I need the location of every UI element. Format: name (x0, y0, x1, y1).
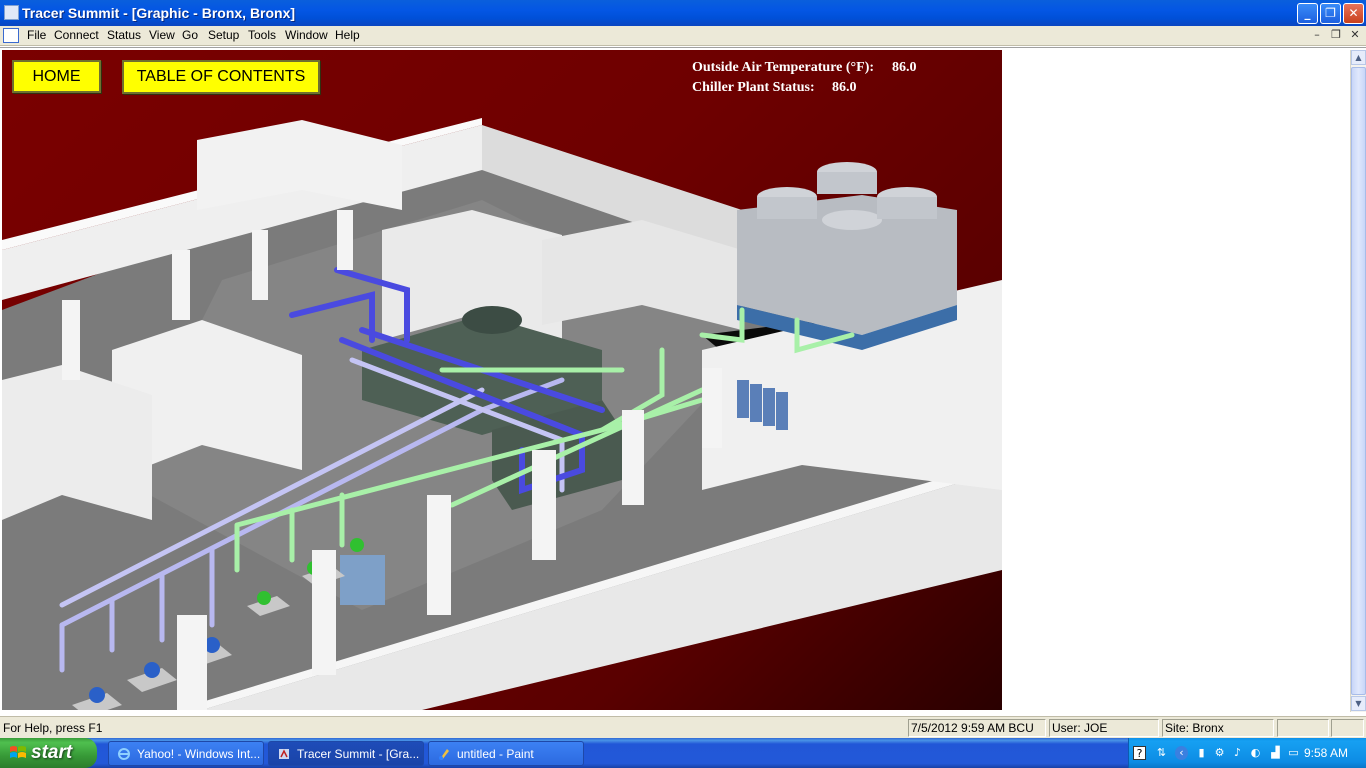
mdi-minimize-button[interactable]: – (1310, 28, 1324, 42)
display-icon[interactable]: ▭ (1287, 746, 1300, 760)
safely-remove-hardware-icon[interactable]: ⚙ (1213, 746, 1226, 760)
status-datetime: 7/5/2012 9:59 AM BCU (908, 719, 1046, 737)
status-pane-empty-1 (1277, 719, 1329, 737)
menu-tools[interactable]: Tools (248, 28, 276, 42)
security-icon[interactable]: ▮ (1195, 746, 1208, 760)
taskbar-item-paint[interactable]: untitled - Paint (428, 741, 584, 766)
mdi-close-button[interactable]: ✕ (1348, 28, 1362, 42)
status-bar: For Help, press F1 7/5/2012 9:59 AM BCU … (0, 716, 1366, 738)
restore-button[interactable]: ❐ (1320, 3, 1341, 24)
table-of-contents-button[interactable]: TABLE OF CONTENTS (122, 60, 320, 94)
chiller-plant-graphic: HOME TABLE OF CONTENTS Outside Air Tempe… (2, 50, 1002, 710)
vertical-scrollbar[interactable]: ▲ ▼ (1350, 50, 1366, 712)
cooling-towers (737, 162, 957, 350)
tracer-summit-icon (279, 749, 289, 759)
menu-view[interactable]: View (149, 28, 175, 42)
outside-air-temp-value[interactable]: 86.0 (892, 60, 917, 76)
document-icon[interactable] (3, 28, 19, 43)
menu-file[interactable]: File (27, 28, 46, 42)
mdi-client-area: HOME TABLE OF CONTENTS Outside Air Tempe… (0, 47, 1366, 713)
taskbar-item-label: Yahoo! - Windows Int... (137, 747, 261, 761)
title-bar: Tracer Summit - [Graphic - Bronx, Bronx]… (0, 0, 1366, 26)
tracer-summit-app-icon[interactable] (4, 5, 19, 20)
speaker-icon[interactable]: ♪ (1231, 746, 1244, 760)
windows-flag-icon (10, 746, 26, 758)
scroll-thumb[interactable] (1351, 67, 1366, 695)
taskbar-item-tracer-summit[interactable]: Tracer Summit - [Gra... (268, 741, 424, 766)
paint-icon (439, 749, 449, 760)
help-icon[interactable]: ? (1133, 746, 1146, 760)
menu-window[interactable]: Window (285, 28, 328, 42)
close-button[interactable]: ✕ (1343, 3, 1364, 24)
menu-status[interactable]: Status (107, 28, 141, 42)
start-label: start (31, 742, 73, 763)
plant-3d-rendering (2, 118, 1002, 710)
taskbar-item-label: Tracer Summit - [Gra... (297, 747, 420, 761)
menu-go[interactable]: Go (182, 28, 198, 42)
scroll-up-icon[interactable]: ▲ (1351, 50, 1366, 65)
chiller-plant-status-label: Chiller Plant Status: (692, 80, 815, 95)
menu-setup[interactable]: Setup (208, 28, 239, 42)
minimize-button[interactable]: _ (1297, 3, 1318, 24)
home-button[interactable]: HOME (12, 60, 101, 93)
antivirus-icon[interactable]: ◐ (1249, 746, 1262, 760)
scroll-down-icon[interactable]: ▼ (1351, 696, 1366, 711)
network-arrows-icon[interactable]: ⇅ (1155, 746, 1168, 760)
system-tray: ? ⇅ ‹ ▮ ⚙ ♪ ◐ ▟ ▭ 9:58 AM (1128, 738, 1366, 768)
status-site: Site: Bronx (1162, 719, 1274, 737)
taskbar-clock[interactable]: 9:58 AM (1304, 746, 1348, 760)
back-arrow-icon[interactable]: ‹ (1175, 746, 1188, 760)
chiller-plant-status-value[interactable]: 86.0 (832, 80, 857, 96)
internet-explorer-icon (118, 748, 130, 760)
taskbar-item-yahoo[interactable]: Yahoo! - Windows Int... (108, 741, 264, 766)
status-help-text: For Help, press F1 (3, 721, 103, 735)
taskbar: start Yahoo! - Windows Int... Tracer Sum… (0, 738, 1366, 768)
mdi-restore-button[interactable]: ❐ (1329, 28, 1343, 42)
signal-strength-icon[interactable]: ▟ (1269, 746, 1282, 760)
status-pane-empty-2 (1331, 719, 1364, 737)
menu-help[interactable]: Help (335, 28, 360, 42)
menu-connect[interactable]: Connect (54, 28, 99, 42)
window-title: Tracer Summit - [Graphic - Bronx, Bronx] (22, 5, 296, 21)
status-user: User: JOE (1049, 719, 1159, 737)
room-block-4 (2, 365, 152, 520)
start-button[interactable]: start (0, 738, 97, 768)
taskbar-item-label: untitled - Paint (457, 747, 534, 761)
menu-bar: File Connect Status View Go Setup Tools … (0, 26, 1366, 46)
outside-air-temp-label: Outside Air Temperature (°F): (692, 60, 875, 75)
